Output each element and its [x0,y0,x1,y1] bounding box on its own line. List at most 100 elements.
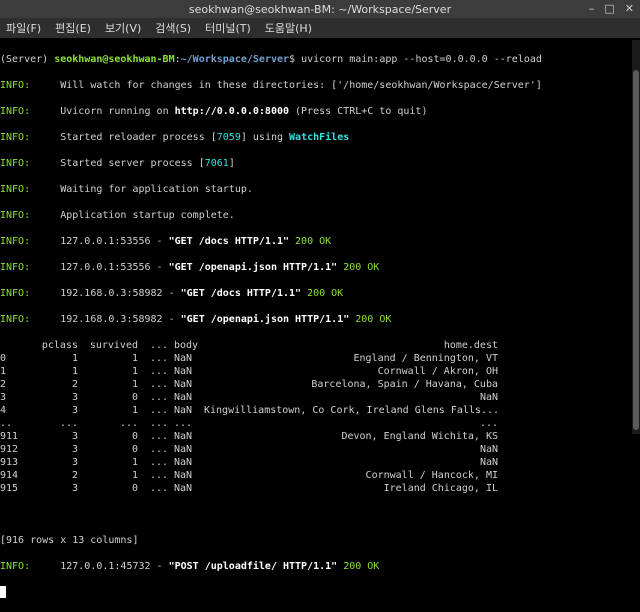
info-label: INFO: [0,158,31,169]
request-path: "GET /openapi.json HTTP/1.1" [168,262,338,273]
table-cell: ... [479,418,498,429]
table-cell: ... [149,340,168,351]
log-line: INFO: Started server process [7061] [0,157,632,170]
table-row: 913 3 1... NaN NaN [0,456,632,469]
table-cell: 2 [71,470,78,481]
table-cell: NaN [174,379,193,390]
log-line: INFO: Started reloader process [7059] us… [0,131,632,144]
table-cell: NaN [174,444,193,455]
info-label: INFO: [0,288,31,299]
log-text: Waiting for application startup. [60,184,253,195]
table-cell: 3 [71,483,78,494]
table-cell: ... [149,483,168,494]
terminal-cursor [0,586,6,598]
table-cell: home.dest [443,340,498,351]
server-url: http://0.0.0.0:8000 [174,106,289,117]
table-cell: 3 [71,444,78,455]
table-cell: 0 [131,444,138,455]
request-client: 127.0.0.1:53556 - [60,262,169,273]
table-cell: 1 [0,366,7,377]
terminal-scrollbar[interactable] [632,40,640,434]
table-cell: 915 [0,483,19,494]
table-cell: 1 [131,405,138,416]
table-row: ................. [0,417,632,430]
request-line: INFO: 192.168.0.3:58982 - "GET /openapi.… [0,313,632,326]
table-cell: 913 [0,457,19,468]
table-cell: 1 [131,470,138,481]
table-cell: body [174,340,199,351]
table-cell: NaN [174,353,193,364]
table-row: 4 3 1... NaN Kingwilliamstown, Co Cork, Irel… [0,404,632,417]
menu-file[interactable]: 파일(F) [6,20,41,36]
table-cell: 2 [71,379,78,390]
table-cell: 0 [131,431,138,442]
info-label: INFO: [0,184,31,195]
request-client: 192.168.0.3:58982 - [60,288,181,299]
table-cell: ... [119,418,138,429]
table-cell: NaN [174,405,193,416]
log-text: Started server process [ [60,158,205,169]
log-text: (Press CTRL+C to quit) [289,106,428,117]
table-cell: 4 [0,405,7,416]
window-title: seokhwan@seokhwan-BM: ~/Workspace/Server [188,3,452,16]
maximize-icon[interactable]: □ [604,2,614,15]
menu-view[interactable]: 보기(V) [105,20,141,36]
window-titlebar[interactable]: seokhwan@seokhwan-BM: ~/Workspace/Server… [0,0,640,18]
table-cell: NaN [479,444,498,455]
info-label: INFO: [0,262,31,273]
minimize-icon[interactable]: – [589,2,595,15]
menu-edit[interactable]: 편집(E) [55,20,91,36]
info-label: INFO: [0,210,31,221]
table-summary: [916 rows x 13 columns] [0,535,139,546]
table-cell: 2 [0,379,7,390]
request-path: "GET /docs HTTP/1.1" [168,236,290,247]
table-cell: survived [89,340,138,351]
info-label: INFO: [0,106,31,117]
request-path: "GET /docs HTTP/1.1" [180,288,302,299]
request-status: 200 OK [301,288,344,299]
table-cell: NaN [174,392,193,403]
table-cell: .. [0,418,13,429]
table-cell: ... [149,379,168,390]
table-cell: 0 [131,392,138,403]
log-text: Uvicorn running on [60,106,175,117]
log-line: INFO: Waiting for application startup. [0,183,632,196]
table-cell: Barcelona, Spain / Havana, Cuba [311,379,498,390]
log-text: ] [228,158,235,169]
table-cell: 912 [0,444,19,455]
menu-help[interactable]: 도움말(H) [265,20,312,36]
request-line: INFO: 192.168.0.3:58982 - "GET /docs HTT… [0,287,632,300]
table-cell: ... [174,418,193,429]
table-cell: 914 [0,470,19,481]
scrollbar-thumb[interactable] [633,70,639,430]
table-row: 911 3 0... NaN Devon, England Wichita, KS [0,430,632,443]
menu-terminal[interactable]: 터미널(T) [205,20,251,36]
table-cell: Kingwilliamstown, Co Cork, Ireland Glens… [204,405,500,416]
request-client: 192.168.0.3:58982 - [60,314,181,325]
request-status: 200 OK [337,561,380,572]
table-cell: 3 [71,392,78,403]
terminal-output[interactable]: (Server) seokhwan@seokhwan-BM:~/Workspac… [0,40,632,598]
request-status: 200 OK [337,262,380,273]
table-cell: 911 [0,431,19,442]
table-row: 2 2 1... NaN Barcelona, Spain / Havana, Cuba [0,378,632,391]
table-cell: ... [149,353,168,364]
table-cell: NaN [174,457,193,468]
table-cell: NaN [174,366,193,377]
table-cell: 1 [71,353,78,364]
table-cell: NaN [174,483,193,494]
close-icon[interactable]: ✕ [625,2,634,15]
table-cell: 1 [131,366,138,377]
table-cell: ... [149,366,168,377]
info-label: INFO: [0,561,31,572]
table-cell: 0 [131,483,138,494]
table-row: 0 1 1... NaN England / Bennington, VT [0,352,632,365]
prompt-user: seokhwan@seokhwan-BM [54,54,175,65]
log-line: INFO: Will watch for changes in these di… [0,79,632,92]
table-cell: Devon, England Wichita, KS [341,431,498,442]
prompt-path: ~/Workspace/Server [180,54,290,65]
request-line: INFO: 127.0.0.1:53556 - "GET /openapi.js… [0,261,632,274]
table-cell: 1 [131,379,138,390]
table-cell: NaN [479,392,498,403]
menu-search[interactable]: 검색(S) [155,20,191,36]
